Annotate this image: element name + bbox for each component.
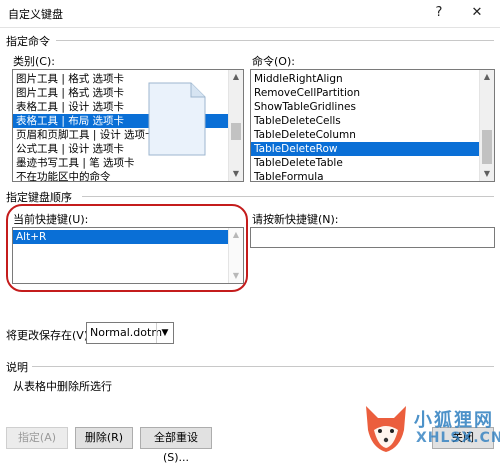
fox-logo-icon	[366, 406, 406, 452]
commands-label: 命令(O):	[252, 55, 295, 68]
keyboard-sequence-group-label: 指定键盘顺序	[6, 191, 72, 204]
help-button[interactable]: ?	[430, 4, 448, 22]
description-text: 从表格中删除所选行	[13, 380, 112, 393]
watermark-en: XHLSX.CN	[416, 430, 500, 446]
new-key-label: 请按新快捷键(N):	[252, 213, 339, 226]
list-item[interactable]: TableDeleteTable	[251, 156, 479, 170]
list-item[interactable]: TableDeleteColumn	[251, 128, 479, 142]
document-icon	[148, 82, 206, 156]
scroll-thumb[interactable]	[231, 123, 241, 140]
list-item[interactable]: TableFormula	[251, 170, 479, 181]
list-item[interactable]: MiddleRightAlign	[251, 72, 479, 86]
title-bar: 自定义键盘 ? ✕	[0, 0, 500, 28]
scroll-up-arrow-icon[interactable]: ▲	[229, 70, 243, 84]
scroll-down-arrow-icon[interactable]: ▼	[229, 167, 243, 181]
list-item[interactable]: ShowTableGridlines	[251, 100, 479, 114]
list-item[interactable]: 墨迹书写工具 | 笔 选项卡	[13, 156, 228, 170]
annotation-highlight	[6, 204, 248, 292]
watermark: 小狐狸网 XHLSX.CN	[360, 398, 500, 458]
save-in-dropdown[interactable]: Normal.dotm ▼	[86, 322, 174, 344]
list-item[interactable]: 不在功能区中的命令	[13, 170, 228, 181]
close-window-button[interactable]: ✕	[468, 4, 486, 22]
group-divider	[82, 196, 494, 197]
commands-scrollbar[interactable]: ▲ ▼	[479, 70, 494, 181]
remove-button[interactable]: 删除(R)	[75, 427, 133, 449]
list-item[interactable]: RemoveCellPartition	[251, 86, 479, 100]
categories-scrollbar[interactable]: ▲ ▼	[228, 70, 243, 181]
watermark-cn: 小狐狸网	[414, 410, 494, 431]
reset-all-button[interactable]: 全部重设(S)...	[140, 427, 212, 464]
list-item[interactable]: TableDeleteRow	[251, 142, 479, 156]
window-title: 自定义键盘	[8, 8, 63, 21]
specify-command-group-label: 指定命令	[6, 35, 50, 48]
scroll-down-arrow-icon[interactable]: ▼	[480, 167, 494, 181]
assign-button[interactable]: 指定(A)	[6, 427, 68, 449]
scroll-up-arrow-icon[interactable]: ▲	[480, 70, 494, 84]
commands-listbox[interactable]: MiddleRightAlign RemoveCellPartition ShowT…	[250, 69, 495, 182]
chevron-down-icon[interactable]: ▼	[156, 323, 173, 343]
scroll-thumb[interactable]	[482, 130, 492, 164]
group-divider	[56, 40, 494, 41]
new-key-input[interactable]	[250, 227, 495, 248]
save-in-value: Normal.dotm	[90, 326, 163, 339]
description-group-label: 说明	[6, 361, 28, 374]
categories-label: 类别(C):	[13, 55, 55, 68]
save-in-label: 将更改保存在(V):	[6, 329, 92, 342]
list-item[interactable]: TableDeleteCells	[251, 114, 479, 128]
group-divider	[32, 366, 494, 367]
categories-listbox[interactable]: 图片工具 | 格式 选项卡 图片工具 | 格式 选项卡 表格工具 | 设计 选项卡表…	[12, 69, 244, 182]
